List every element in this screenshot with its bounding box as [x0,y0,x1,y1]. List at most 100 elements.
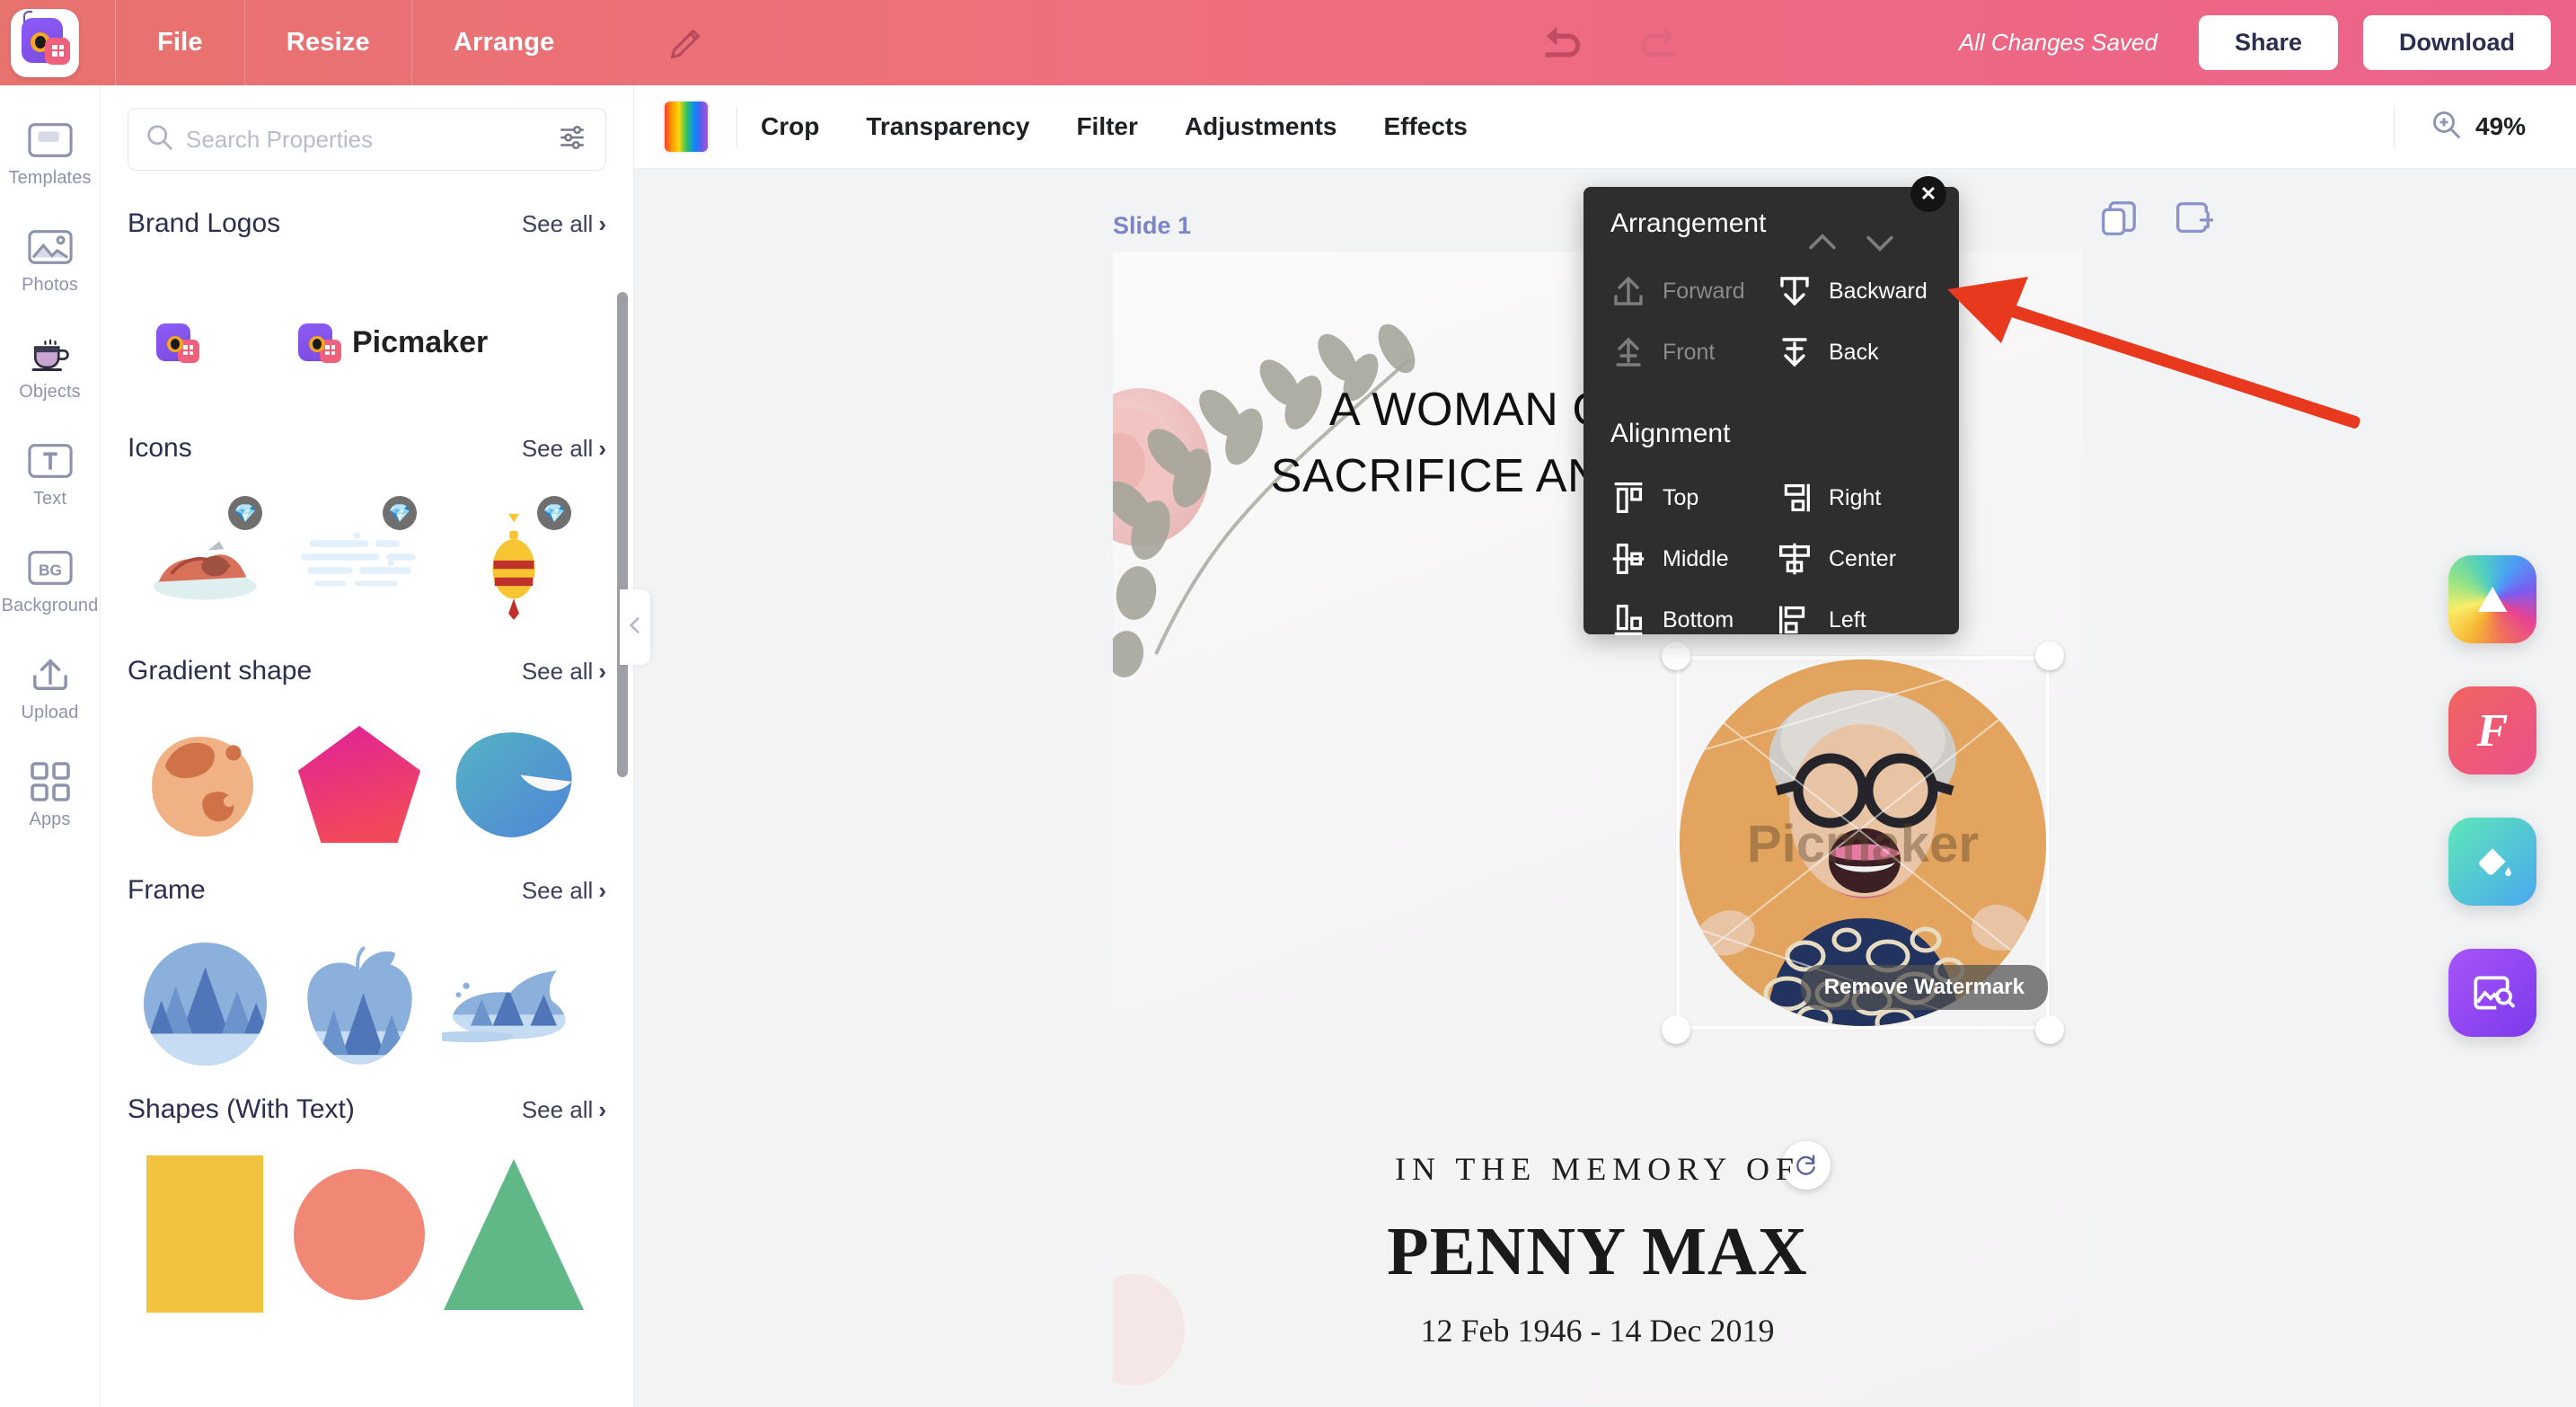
left-rail: Templates Photos Objects Text BG Backgro… [0,85,101,1407]
close-icon[interactable]: ✕ [1910,176,1946,212]
resize-handle-bottom-right[interactable] [2035,1015,2064,1044]
tool-adjustments[interactable]: Adjustments [1161,112,1361,141]
script-f-icon: F [2476,704,2509,757]
christmas-ornament-icon[interactable]: 💎 [437,494,591,629]
rail-item-background[interactable]: BG Background [0,547,101,616]
rail-item-photos[interactable]: Photos [0,226,101,296]
grilled-meat-icon[interactable]: 💎 [128,494,282,629]
align-right[interactable]: Right [1771,474,1937,521]
redo-icon[interactable] [1634,15,1689,71]
tool-filter[interactable]: Filter [1053,112,1160,141]
arrange-back[interactable]: Back [1771,329,1937,376]
see-all-frame[interactable]: See all › [522,877,606,905]
undo-icon[interactable] [1531,15,1587,71]
align-label: Bottom [1663,606,1734,633]
selected-image-object[interactable]: Picmaker Remove Watermark [1662,642,2064,1044]
add-slide-icon[interactable] [2172,198,2217,239]
see-all-brand-logos[interactable]: See all › [522,210,606,238]
app-fill[interactable] [2448,818,2536,906]
shape-square [146,1155,263,1313]
triangle-green[interactable] [437,1155,591,1313]
logo-dots-icon [52,44,64,57]
download-button[interactable]: Download [2363,15,2551,70]
square-yellow[interactable] [128,1155,282,1313]
see-all-icons[interactable]: See all › [522,435,606,463]
arrange-front[interactable]: Front [1605,329,1771,376]
search-box[interactable] [128,108,606,171]
share-button[interactable]: Share [2198,15,2338,70]
zoom-control[interactable]: 49% [2395,109,2576,146]
shape-triangle [444,1158,584,1310]
apple-forest-frame[interactable] [282,936,437,1071]
panel-scrollbar[interactable] [617,292,628,777]
search-input[interactable] [186,125,557,154]
chevron-down-icon[interactable] [1860,223,1900,262]
arrange-forward[interactable]: Forward [1605,268,1771,314]
see-all-shapes-with-text[interactable]: See all › [522,1096,606,1124]
section-header: Icons See all › [128,433,606,464]
arrow-up-forward-icon [1605,268,1652,314]
see-all-gradient-shape[interactable]: See all › [522,658,606,686]
circle-salmon[interactable] [282,1155,437,1313]
picmaker-logo[interactable] [11,8,79,77]
chevron-right-icon: › [598,877,606,904]
gradient-shapes-row [128,717,606,852]
rail-item-text[interactable]: Text [0,440,101,509]
align-top[interactable]: Top [1605,474,1771,521]
order-label: Back [1829,339,1879,365]
pentagon-pink[interactable] [282,717,437,852]
rail-item-apps[interactable]: Apps [0,761,101,830]
sliders-filter-icon[interactable] [557,122,587,157]
order-label: Front [1663,339,1716,365]
chevron-up-icon[interactable] [1803,223,1842,262]
app-image-search[interactable] [2448,949,2536,1037]
resize-handle-bottom-left[interactable] [1662,1015,1690,1044]
align-left[interactable]: Left [1771,597,1937,643]
save-status: All Changes Saved [1958,29,2157,56]
pencil-icon[interactable] [666,22,707,64]
rail-item-templates[interactable]: Templates [0,119,101,189]
rail-label: Text [32,489,67,509]
circle-forest-frame[interactable] [128,936,282,1071]
section-brand-logos: Brand Logos See all › Picmaker [101,208,633,410]
whale-forest-frame[interactable] [437,936,591,1071]
align-bottom-icon [1605,597,1652,643]
arrange-backward[interactable]: Backward [1771,268,1937,314]
app-color-wheel[interactable] [2448,555,2536,643]
rail-item-objects[interactable]: Objects [0,333,101,403]
color-swatch[interactable] [663,100,710,154]
templates-icon [27,119,74,161]
duplicate-slide-icon[interactable] [2098,198,2139,239]
memory-label: IN THE MEMORY OF [1394,1151,1801,1187]
menu-resize[interactable]: Resize [245,0,411,85]
organic-blob-orange[interactable] [128,717,282,852]
resize-handle-top-right[interactable] [2035,642,2064,670]
menu-file[interactable]: File [116,0,244,85]
align-bottom[interactable]: Bottom [1605,597,1771,643]
snow-cloud-icon[interactable]: 💎 [282,494,437,629]
image-toolbar: Crop Transparency Filter Adjustments Eff… [634,85,2576,169]
rail-label: Photos [22,275,78,295]
picmaker-mark-small [298,320,341,365]
tool-transparency[interactable]: Transparency [842,112,1053,141]
section-title: Frame [128,875,206,905]
tool-effects[interactable]: Effects [1360,112,1490,141]
memory-name: PENNY MAX [1387,1214,1808,1289]
watermark-text: Picmaker [1747,815,1979,873]
order-controls: Forward Backward Front Back [1605,261,1937,383]
order-row: Front Back [1605,322,1937,383]
bean-blob-blue[interactable] [437,717,591,852]
section-title: Gradient shape [128,656,313,686]
app-fonts[interactable]: F [2448,686,2536,774]
svg-text:BG: BG [39,562,62,580]
align-center[interactable]: Center [1771,535,1937,582]
properties-panel: Brand Logos See all› Picmaker [101,85,634,1407]
picmaker-wordmark[interactable]: Picmaker [298,320,488,365]
tool-crop[interactable]: Crop [737,112,842,141]
menu-arrange[interactable]: Arrange [412,0,596,85]
remove-watermark-button[interactable]: Remove Watermark [1800,965,2048,1010]
panel-collapse-toggle[interactable] [620,589,650,665]
align-middle[interactable]: Middle [1605,535,1771,582]
rail-item-upload[interactable]: Upload [0,654,101,723]
picmaker-mark[interactable] [156,320,199,365]
